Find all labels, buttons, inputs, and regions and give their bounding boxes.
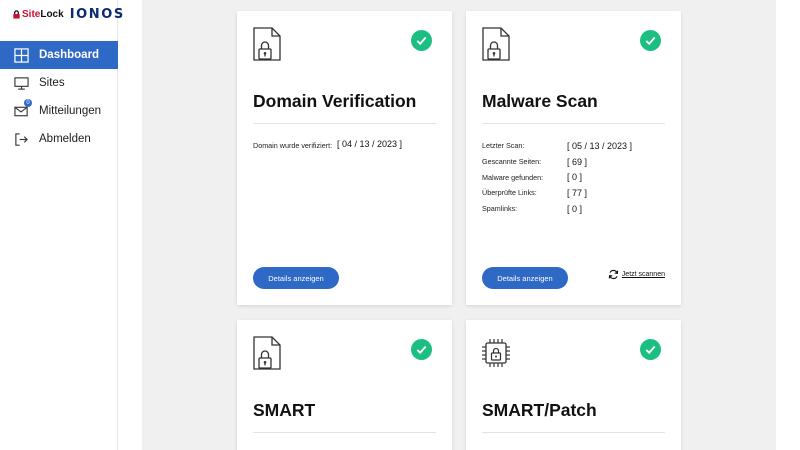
card-title: Malware Scan [482,91,598,111]
sidebar-item-label: Mitteilungen [39,105,102,117]
sidebar-item-sites[interactable]: Sites [0,69,118,97]
details-button[interactable]: Details anzeigen [253,267,339,289]
divider [253,432,436,433]
detail-row: Letzter Scan: [ 05 / 13 / 2023 ] [482,138,671,154]
sidebar-item-label: Abmelden [39,133,91,145]
detail-row: Spamlinks: [ 0 ] [482,201,671,217]
card-title: SMART [253,400,316,420]
sidebar-item-label: Dashboard [39,49,100,61]
sidebar-nav: Dashboard Sites 0 Mitteilungen Abmelden [0,41,118,153]
refresh-icon [608,269,619,280]
divider [253,123,436,124]
smart-card: SMART [237,320,452,450]
divider [482,123,665,124]
sidebar-item-label: Sites [39,77,65,89]
sidebar-item-dashboard[interactable]: Dashboard [0,41,118,69]
detail-row: Gescannte Seiten: [ 69 ] [482,154,671,170]
malware-scan-card: Malware Scan Letzter Scan: [ 05 / 13 / 2… [466,11,681,305]
padlock-logo-icon [13,9,20,19]
card-title: Domain Verification [253,91,417,111]
sidebar: Site Lock IONOS Dashboard Sites 0 Mitteil… [0,0,123,450]
divider [482,432,665,433]
brand-logo[interactable]: Site Lock IONOS [12,6,125,22]
grid-icon [13,47,29,63]
check-icon [640,339,661,360]
document-lock-icon [482,27,510,61]
detail-label: Überprüfte Links: [482,188,537,198]
chip-lock-icon [482,339,510,367]
smart-patch-card: SMART/Patch [466,320,681,450]
sidebar-item-mitteilungen[interactable]: 0 Mitteilungen [0,97,118,125]
card-title: SMART/Patch [482,400,597,420]
sitelock-lock-text: Lock [40,8,64,20]
right-gutter [776,0,800,450]
detail-value: [ 05 / 13 / 2023 ] [567,140,633,151]
sidebar-item-abmelden[interactable]: Abmelden [0,125,118,153]
detail-value: [ 69 ] [567,156,588,167]
document-lock-icon [253,27,281,61]
monitor-icon [13,75,29,91]
detail-value: [ 04 / 13 / 2023 ] [337,139,403,149]
detail-label: Spamlinks: [482,204,518,214]
detail-value: [ 0 ] [567,203,583,214]
detail-row: Überprüfte Links: [ 77 ] [482,185,671,201]
check-icon [640,30,661,51]
domain-verified-row: Domain wurde verifiziert: [ 04 / 13 / 20… [253,138,442,154]
detail-label: Domain wurde verifiziert: [253,141,333,150]
check-icon [411,339,432,360]
detail-value: [ 77 ] [567,187,588,198]
detail-label: Gescannte Seiten: [482,157,542,167]
notification-badge: 0 [24,99,32,107]
details-button[interactable]: Details anzeigen [482,267,568,289]
sitelock-logo: Site Lock [12,9,64,20]
detail-label: Letzter Scan: [482,141,525,151]
detail-label: Malware gefunden: [482,172,544,182]
mail-icon: 0 [13,99,32,119]
check-icon [411,30,432,51]
detail-row: Malware gefunden: [ 0 ] [482,169,671,185]
main-content: Domain Verification Domain wurde verifiz… [142,0,776,450]
detail-value: [ 0 ] [567,172,583,183]
card-details: Letzter Scan: [ 05 / 13 / 2023 ] Gescann… [482,138,671,216]
ionos-logo: IONOS [69,6,125,22]
rescan-link[interactable]: Jetzt scannen [608,269,665,280]
sitelock-site-text: Site [22,8,41,20]
domain-verification-card: Domain Verification Domain wurde verifiz… [237,11,452,305]
rescan-label: Jetzt scannen [621,271,665,278]
card-details: Domain wurde verifiziert: [ 04 / 13 / 20… [253,138,442,154]
logout-icon [13,131,29,147]
document-lock-icon [253,336,281,370]
